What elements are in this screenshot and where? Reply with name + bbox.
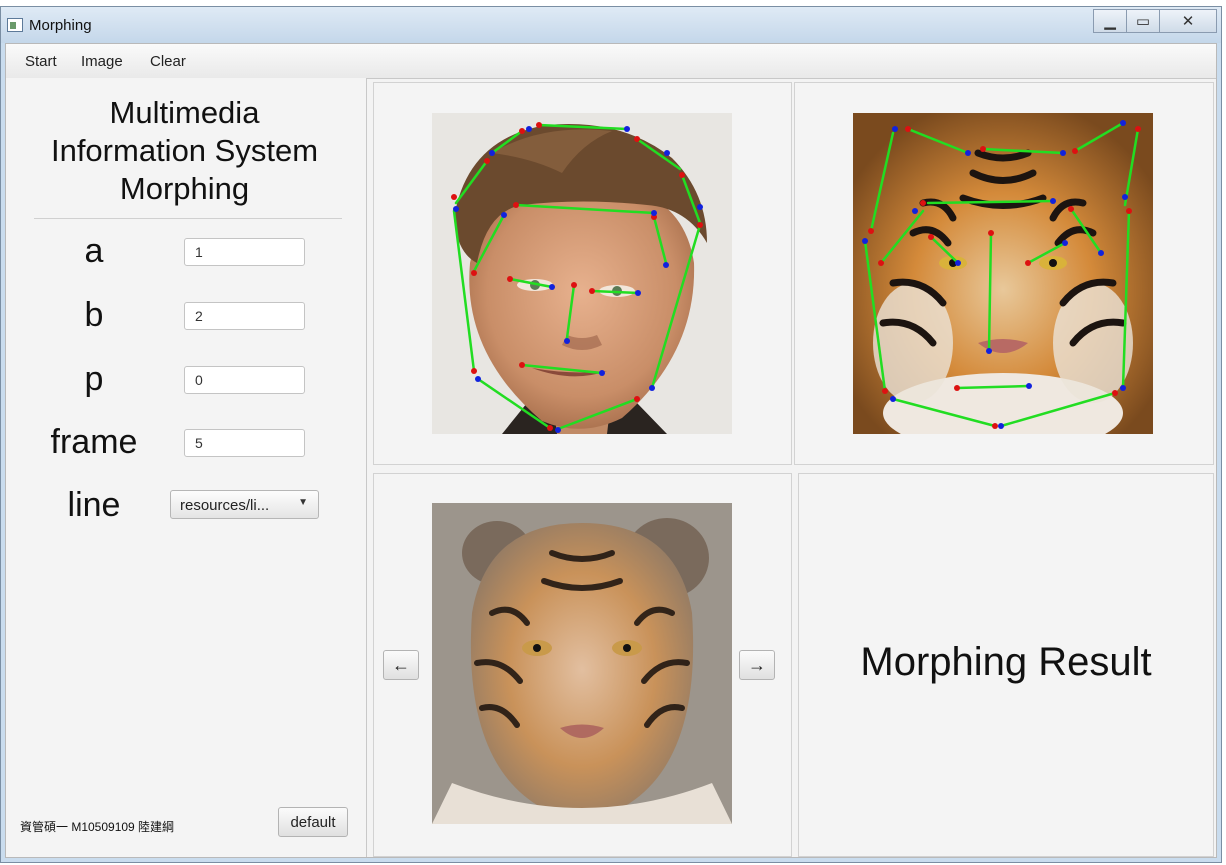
app-heading-line: Morphing: [119, 171, 250, 206]
maximize-icon: ▭: [1135, 13, 1151, 30]
param-a-label: a: [84, 232, 104, 270]
line-file-select[interactable]: resources/li... ▼: [170, 490, 319, 519]
window-controls: ▁ ▭ ✕: [1093, 9, 1217, 33]
control-panel: Multimedia Information System Morphing a…: [6, 78, 367, 857]
author-credit: 資管碩一 M10509109 陸建綱: [20, 820, 175, 834]
close-icon: ✕: [1181, 13, 1195, 30]
chevron-down-icon: ▼: [298, 497, 308, 508]
line-file-value: resources/li...: [180, 497, 270, 514]
morph-frame-image[interactable]: [432, 503, 732, 824]
param-frame-input[interactable]: [184, 429, 305, 457]
window-title: Morphing: [29, 17, 92, 34]
app-window: Morphing ▁ ▭ ✕ Start Image Clear Multime…: [0, 6, 1222, 863]
minimize-button[interactable]: ▁: [1093, 9, 1127, 33]
prev-frame-button[interactable]: ←: [383, 650, 419, 680]
menu-image[interactable]: Image: [81, 53, 123, 70]
source-image-pane: [373, 82, 792, 465]
param-b-input[interactable]: [184, 302, 305, 330]
param-p-input[interactable]: [184, 366, 305, 394]
maximize-button[interactable]: ▭: [1126, 9, 1160, 33]
target-image[interactable]: [853, 113, 1153, 434]
menu-start[interactable]: Start: [25, 53, 57, 70]
minimize-icon: ▁: [1104, 13, 1116, 30]
title-bar[interactable]: Morphing ▁ ▭ ✕: [1, 7, 1221, 43]
next-frame-button[interactable]: →: [739, 650, 775, 680]
app-heading-line: Information System: [50, 133, 319, 168]
source-image[interactable]: [432, 113, 732, 434]
close-button[interactable]: ✕: [1159, 9, 1217, 33]
line-label: line: [67, 486, 121, 524]
app-heading-line: Multimedia: [109, 95, 260, 130]
frame-viewer-pane: ← →: [373, 473, 792, 857]
menu-bar: Start Image Clear: [6, 44, 1216, 79]
result-label: Morphing Result: [860, 640, 1152, 684]
divider: [34, 218, 342, 219]
client-area: Start Image Clear Multimedia Information…: [5, 43, 1217, 858]
target-image-pane: [794, 82, 1214, 465]
menu-clear[interactable]: Clear: [150, 53, 186, 70]
result-pane: Morphing Result: [798, 473, 1214, 857]
app-heading: Multimedia Information System Morphing: [6, 94, 363, 208]
default-button[interactable]: default: [278, 807, 348, 837]
param-a-input[interactable]: [184, 238, 305, 266]
param-p-label: p: [84, 360, 104, 398]
app-icon: [7, 18, 23, 32]
param-frame-label: frame: [50, 423, 138, 461]
param-b-label: b: [84, 296, 104, 334]
